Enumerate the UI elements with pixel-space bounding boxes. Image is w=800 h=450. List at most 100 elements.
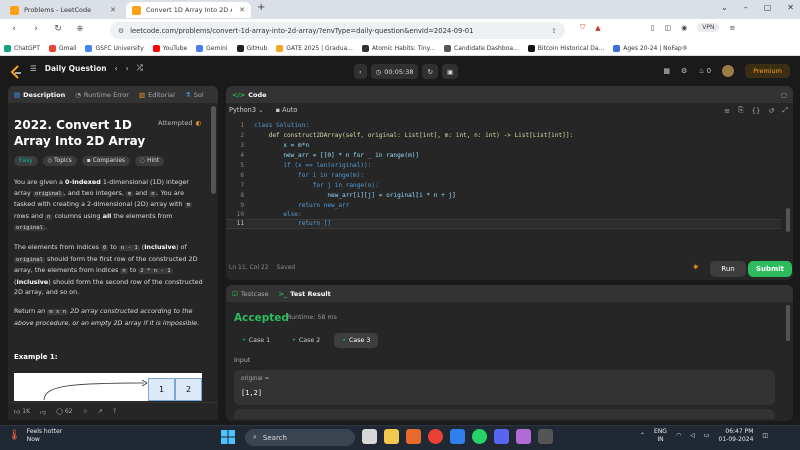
topics-button[interactable]: ◇ Topics <box>42 156 77 166</box>
tab-code[interactable]: </> Code <box>232 91 267 99</box>
notifications-icon[interactable]: ◫ <box>762 432 768 440</box>
bookmark-icon[interactable]: ⎘ <box>738 106 744 115</box>
bookmark-gsfc[interactable]: GSFC University <box>85 45 144 52</box>
timer-collapse-icon[interactable]: ‹ <box>354 64 367 79</box>
bookmark-github[interactable]: GitHub <box>236 45 267 52</box>
language-select[interactable]: Python3 ⌄ <box>229 106 264 114</box>
ai-assist-icon[interactable]: ✶ <box>692 263 700 273</box>
file-explorer-icon[interactable] <box>384 429 399 444</box>
difficulty-badge[interactable]: Easy <box>14 156 38 166</box>
language-indicator[interactable]: ENG IN <box>654 428 667 444</box>
close-tab-icon[interactable]: ✕ <box>239 6 245 14</box>
back-arrow-icon[interactable]: ‹ <box>6 24 22 34</box>
bookmark-atomic-habits[interactable]: Atomic Habits: Tiny... <box>361 45 435 52</box>
run-button[interactable]: Run <box>710 261 746 277</box>
forward-arrow-icon[interactable]: › <box>28 24 44 34</box>
chrome-icon[interactable] <box>428 429 443 444</box>
brave-rewards-icon[interactable]: ▲ <box>595 24 600 32</box>
taskbar-search[interactable]: ⌕ Search <box>245 429 355 446</box>
wifi-icon[interactable]: ◠ <box>676 432 681 440</box>
minimize-icon[interactable]: – <box>744 3 748 12</box>
case-tab-2[interactable]: • Case 2 <box>284 333 328 348</box>
fullscreen-icon[interactable]: ⤢ <box>782 106 788 115</box>
tab-editorial[interactable]: ▥ Editorial <box>139 91 175 99</box>
clock[interactable]: 06:47 PM 01-09-2024 <box>719 428 754 444</box>
task-view-icon[interactable] <box>362 429 377 444</box>
leetcode-logo-icon[interactable] <box>10 65 22 79</box>
tab-testcase[interactable]: ☑ Testcase <box>232 290 269 298</box>
share-icon[interactable]: ⇪ <box>551 27 557 35</box>
app-icon[interactable] <box>516 429 531 444</box>
shuffle-icon[interactable]: ⤮ <box>137 63 143 73</box>
media-player-icon[interactable] <box>538 429 553 444</box>
prev-question-icon[interactable]: ‹ <box>115 64 118 73</box>
wallet-icon[interactable]: ◫ <box>665 24 672 32</box>
maximize-icon[interactable]: ▢ <box>764 3 772 12</box>
case-tab-1[interactable]: • Case 1 <box>234 333 278 348</box>
brave-browser-icon[interactable] <box>406 429 421 444</box>
tab-test-result[interactable]: >_ Test Result <box>279 290 331 298</box>
bookmark-bitcoin[interactable]: Bitcoin Historical Da... <box>527 45 604 52</box>
bookmark-youtube[interactable]: YouTube <box>152 45 187 52</box>
undo-icon[interactable]: ↺ <box>769 107 775 115</box>
url-bar[interactable]: ⚙ leetcode.com/problems/convert-1d-array… <box>110 22 565 39</box>
bookmark-gemini[interactable]: Gemini <box>196 45 228 52</box>
result-scrollbar[interactable] <box>786 305 790 341</box>
battery-icon[interactable]: ▭ <box>704 432 710 440</box>
sidebar-icon[interactable]: ▯ <box>651 24 655 32</box>
description-scrollbar[interactable] <box>211 106 216 194</box>
daily-question-label[interactable]: Daily Question <box>45 64 107 73</box>
share-icon[interactable]: ↗ <box>98 408 103 415</box>
avatar[interactable] <box>722 65 735 77</box>
site-info-icon[interactable]: ⚙ <box>118 27 124 35</box>
bookmark-gate[interactable]: GATE 2025 | Gradua... <box>276 45 353 52</box>
bookmark-chatgpt[interactable]: ChatGPT <box>4 45 40 52</box>
new-tab-button[interactable]: + <box>257 2 265 13</box>
brave-shield-icon[interactable]: ⛉ <box>580 23 585 32</box>
case-tab-3[interactable]: • Case 3 <box>334 333 379 348</box>
close-tab-icon[interactable]: ✕ <box>110 6 116 14</box>
tab-problems[interactable]: Problems - LeetCode ✕ <box>4 2 122 18</box>
format-icon[interactable]: ≡ <box>724 107 730 115</box>
tab-runtime-error[interactable]: ◔ Runtime Error <box>75 91 129 99</box>
bookmark-candidate[interactable]: Candidate Dashboa... <box>444 45 519 52</box>
comments-button[interactable]: ◯ 62 <box>56 408 72 415</box>
help-icon[interactable]: ? <box>113 408 116 415</box>
favorite-icon[interactable]: ☆ <box>83 408 88 415</box>
discord-icon[interactable] <box>494 429 509 444</box>
weather-widget[interactable]: 🌡︎ Feels hotter Now <box>8 428 62 444</box>
streak-counter[interactable]: ♨ 0 <box>698 67 711 75</box>
bookmark-star-icon[interactable]: ⎈ <box>72 24 88 34</box>
editor-scrollbar[interactable] <box>786 208 790 232</box>
bookmark-nofap[interactable]: Ages 20-24 | NoFap® <box>613 45 688 52</box>
vscode-icon[interactable] <box>450 429 465 444</box>
braces-icon[interactable]: {} <box>752 107 761 115</box>
notes-icon[interactable]: ▣ <box>441 64 459 79</box>
settings-gear-icon[interactable]: ⚙ <box>681 67 687 75</box>
layout-icon[interactable]: ▦ <box>663 67 670 75</box>
bookmark-gmail[interactable]: Gmail <box>48 45 76 52</box>
volume-icon[interactable]: ◁ <box>690 432 695 440</box>
vpn-button[interactable]: VPN <box>697 23 720 32</box>
timer-display[interactable]: ◷ 00:05:38 <box>370 64 419 79</box>
auto-mode-toggle[interactable]: ▪ Auto <box>276 106 298 114</box>
problem-list-icon[interactable]: ☰ <box>30 64 37 73</box>
windows-start-icon[interactable] <box>221 430 235 444</box>
like-button[interactable]: 👍︎ 1K <box>14 408 30 416</box>
premium-button[interactable]: Premium <box>745 64 790 78</box>
next-question-icon[interactable]: › <box>126 64 129 73</box>
whatsapp-icon[interactable] <box>472 429 487 444</box>
submit-button[interactable]: Submit <box>748 261 792 277</box>
dislike-button[interactable]: 👎︎ <box>40 408 46 416</box>
reset-timer-icon[interactable]: ↻ <box>422 64 438 79</box>
tray-chevron-up-icon[interactable]: ⌃ <box>640 432 645 440</box>
menu-icon[interactable]: ≡ <box>729 24 735 32</box>
tab-current-problem[interactable]: Convert 1D Array Into 2D Array ✕ <box>126 2 251 18</box>
maximize-panel-icon[interactable]: ▢ <box>781 91 787 99</box>
close-window-icon[interactable]: ✕ <box>787 3 794 12</box>
reload-icon[interactable]: ↻ <box>50 24 66 34</box>
extensions-icon[interactable]: ◉ <box>681 24 687 32</box>
window-dropdown-icon[interactable]: ⌄ <box>721 3 728 12</box>
hint-button[interactable]: ◌ Hint <box>135 156 165 166</box>
companies-button[interactable]: ▪ Companies <box>81 156 131 166</box>
